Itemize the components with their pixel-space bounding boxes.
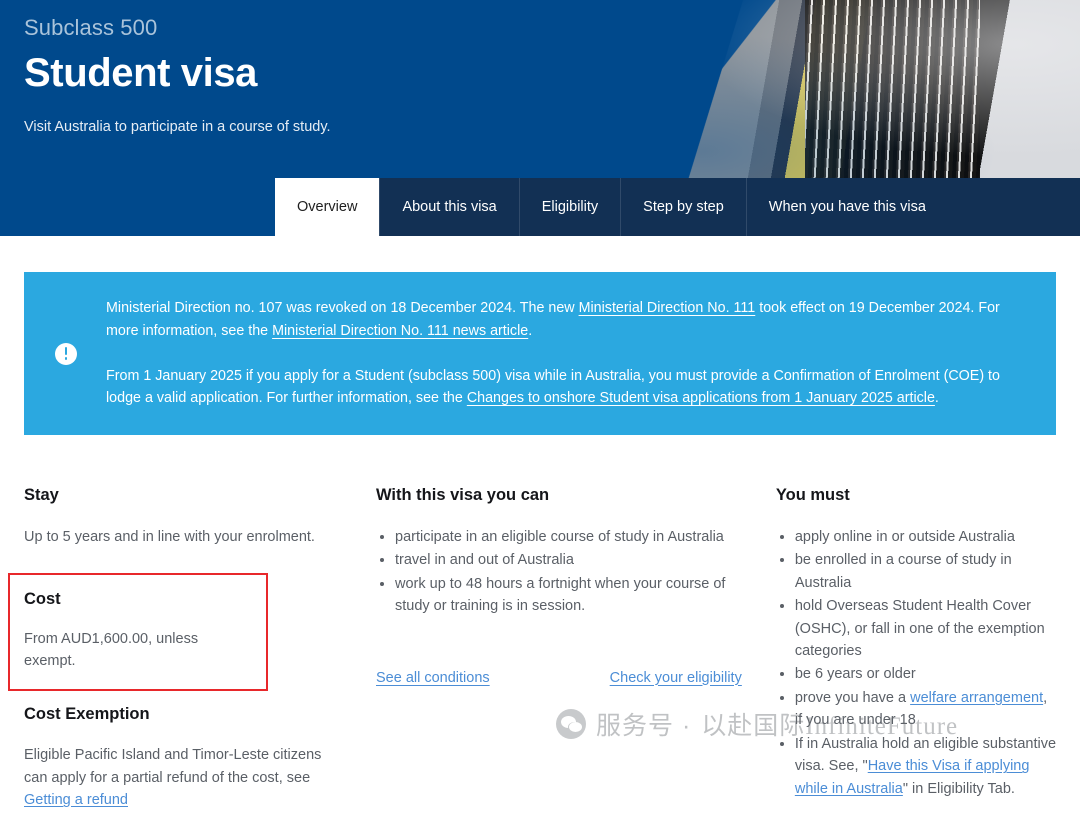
page-title: Student visa [24,50,258,95]
tab-overview[interactable]: Overview [275,178,380,236]
alert-p1-text-3: . [528,322,533,339]
you-must-heading: You must [775,486,850,504]
list-item: hold Overseas Student Health Cover (OSHC… [795,595,1056,662]
cost-exemption-text-part: Eligible Pacific Island and Timor-Leste … [24,747,322,786]
main-content: Ministerial Direction no. 107 was revoke… [0,272,1080,837]
with-this-visa-list: participate in an eligible course of stu… [376,526,742,618]
cost-heading: Cost [24,590,61,609]
alert-p1-text-1: Ministerial Direction no. 107 was revoke… [106,300,579,317]
alert-banner: Ministerial Direction no. 107 was revoke… [24,272,1056,435]
hero-tagline: Visit Australia to participate in a cour… [24,119,331,136]
link-welfare-arrangement[interactable]: welfare arrangement [910,690,1043,706]
visa-tab-bar: Overview About this visa Eligibility Ste… [0,178,1080,236]
link-see-all-conditions[interactable]: See all conditions [376,670,490,686]
link-getting-a-refund[interactable]: Getting a refund [24,792,128,808]
middle-links-row: See all conditions Check your eligibilit… [376,670,742,686]
list-item: be enrolled in a course of study in Aust… [795,549,1056,594]
alert-paragraph-2: From 1 January 2025 if you apply for a S… [106,365,1030,410]
hero-banner: Subclass 500 Student visa Visit Australi… [0,0,1080,178]
stay-heading: Stay [24,486,59,504]
cost-text: From AUD1,600.00, unless exempt. [24,630,199,670]
cost-exemption-text: Eligible Pacific Island and Timor-Leste … [24,744,342,811]
alert-p2-text-2: . [934,390,939,407]
tab-step-by-step[interactable]: Step by step [620,178,746,236]
bullet-text-part: prove you have a [794,689,911,706]
exclamation-circle-icon [44,342,88,365]
alert-body: Ministerial Direction no. 107 was revoke… [88,297,1030,409]
alert-paragraph-1: Ministerial Direction no. 107 was revoke… [106,297,1030,342]
list-item: apply online in or outside Australia [795,526,1056,548]
link-ministerial-direction-111[interactable]: Ministerial Direction No. 111 [579,300,756,316]
hero-text-group: Subclass 500 Student visa Visit Australi… [24,14,331,138]
section-cost: Cost From AUD1,600.00, unless exempt. [8,573,268,691]
bullet-text-part: " in Eligibility Tab. [902,780,1015,797]
stay-text: Up to 5 years and in line with your enro… [24,528,315,545]
tabbar-leading-spacer [0,178,275,236]
hero-diagonal-wedge [600,0,820,178]
with-this-visa-heading: With this visa you can [376,486,550,504]
tab-eligibility[interactable]: Eligibility [518,178,621,236]
column-middle: With this visa you can participate in an… [376,485,776,837]
column-right: You must apply online in or outside Aust… [776,485,1056,837]
tab-when-you-have-this-visa[interactable]: When you have this visa [745,178,948,236]
cost-exemption-heading: Cost Exemption [24,704,150,723]
link-onshore-student-visa-changes-article[interactable]: Changes to onshore Student visa applicat… [467,390,935,406]
list-item: travel in and out of Australia [395,549,742,571]
link-check-your-eligibility[interactable]: Check your eligibility [610,670,742,686]
list-item: participate in an eligible course of stu… [395,526,742,548]
list-item: If in Australia hold an eligible substan… [795,733,1056,800]
section-cost-exemption: Cost Exemption Eligible Pacific Island a… [24,704,342,812]
you-must-list: apply online in or outside Australia be … [776,526,1056,801]
column-left: Stay Up to 5 years and in line with your… [8,485,376,837]
list-item: work up to 48 hours a fortnight when you… [395,573,742,618]
overview-columns: Stay Up to 5 years and in line with your… [8,485,1056,837]
tab-about-this-visa[interactable]: About this visa [379,178,519,236]
link-ministerial-direction-111-news-article[interactable]: Ministerial Direction No. 111 news artic… [272,323,528,339]
list-item: be 6 years or older [795,663,1056,685]
list-item: prove you have a welfare arrangement, if… [795,687,1056,732]
subclass-label: Subclass 500 [24,15,158,40]
section-stay: Stay Up to 5 years and in line with your… [24,485,342,548]
